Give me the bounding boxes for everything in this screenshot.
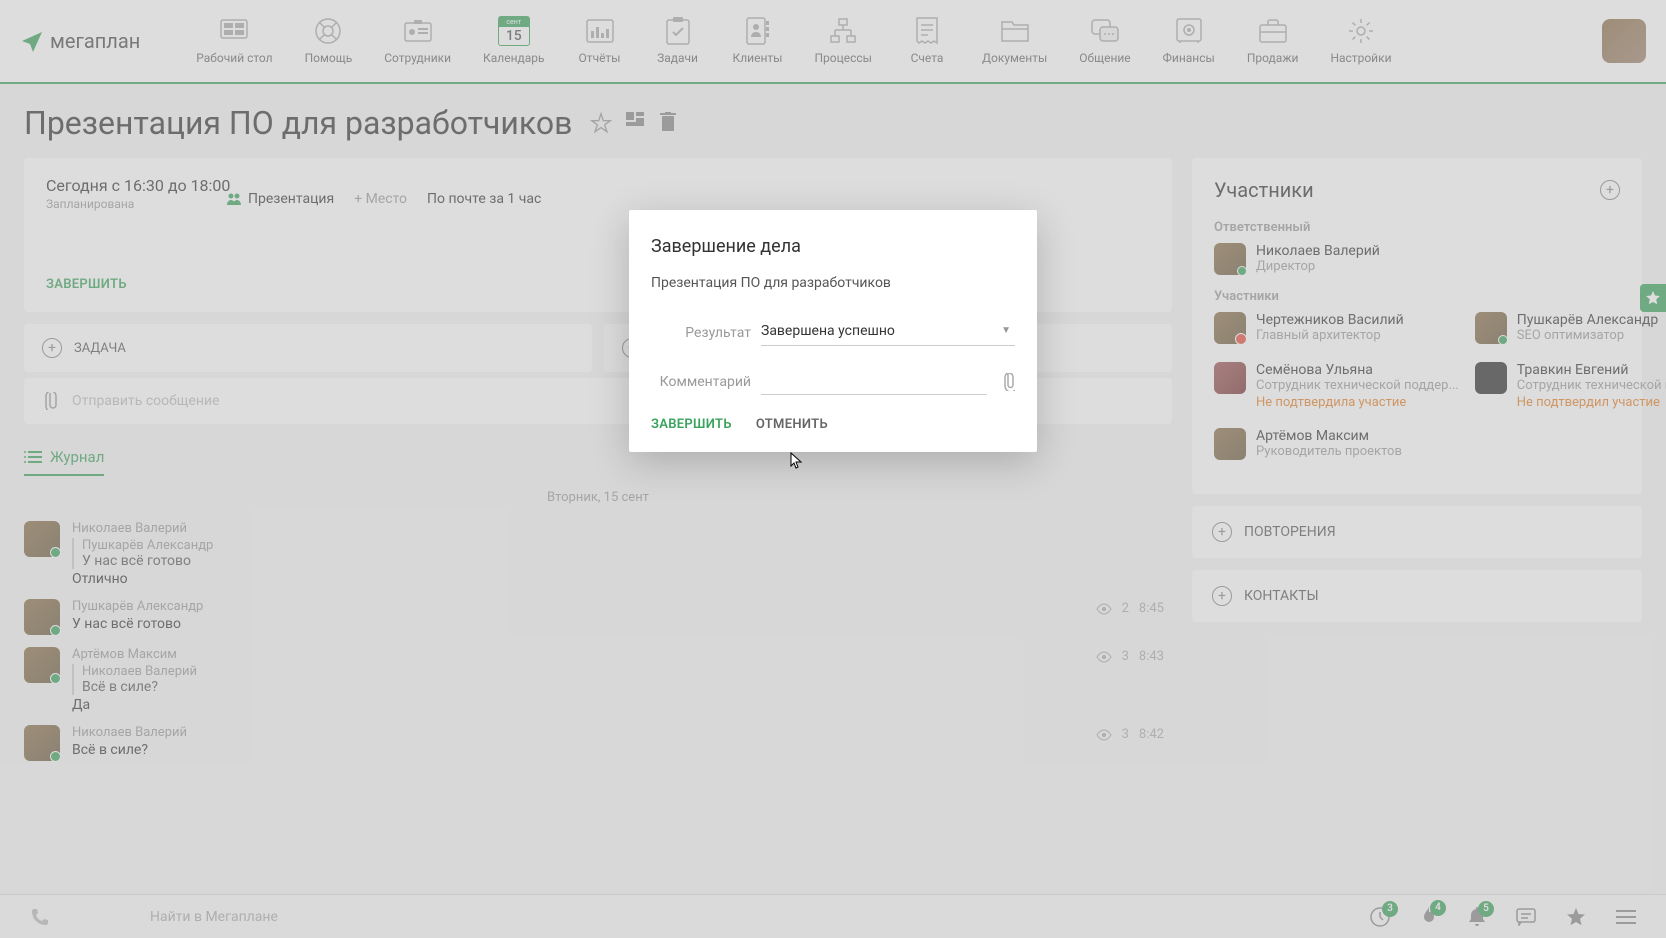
result-dropdown[interactable]: Завершена успешно ▼	[761, 319, 1015, 346]
comment-label: Комментарий	[651, 374, 751, 390]
modal-cancel-button[interactable]: ОТМЕНИТЬ	[756, 417, 828, 432]
modal-overlay: Завершение дела Презентация ПО для разра…	[0, 0, 1666, 938]
modal-complete-button[interactable]: ЗАВЕРШИТЬ	[651, 417, 732, 432]
comment-input[interactable]	[761, 368, 987, 395]
result-label: Результат	[651, 325, 751, 341]
chevron-down-icon: ▼	[1001, 325, 1011, 336]
cursor-icon	[790, 452, 804, 470]
complete-modal: Завершение дела Презентация ПО для разра…	[629, 210, 1037, 452]
attach-icon[interactable]	[1001, 373, 1015, 391]
modal-title: Завершение дела	[651, 236, 1015, 257]
modal-subtitle: Презентация ПО для разработчиков	[651, 275, 1015, 291]
